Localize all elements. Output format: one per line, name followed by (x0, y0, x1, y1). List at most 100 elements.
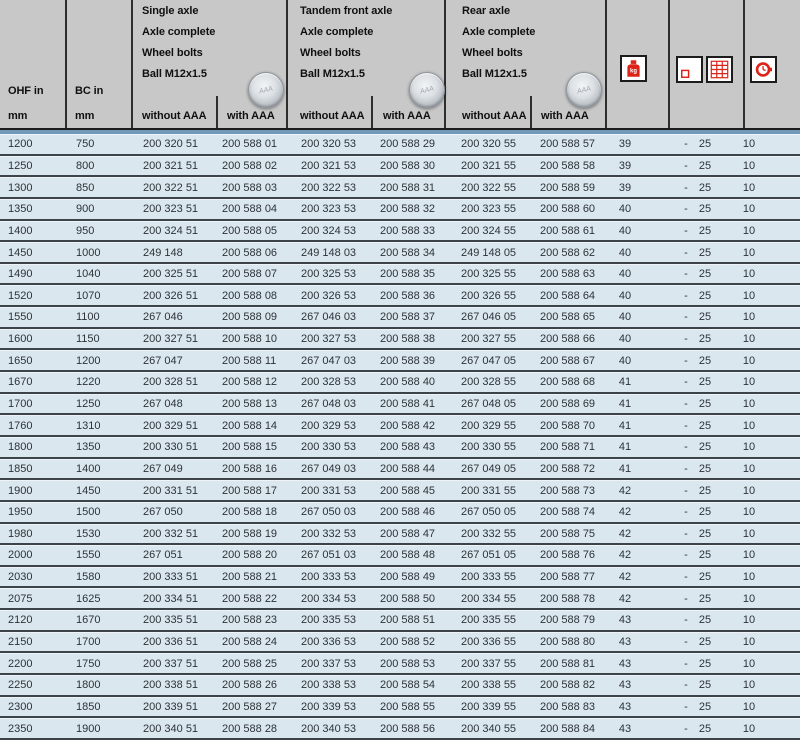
tandem-axle-with-aaa-part: 200 588 50 (380, 593, 435, 605)
rear-axle-without-aaa-part: 267 049 05 (461, 463, 516, 475)
tandem-axle-with-aaa-part: 200 588 47 (380, 528, 435, 540)
single-axle-with-aaa-part: 200 588 06 (222, 247, 277, 259)
rear-axle-with-aaa-part: 200 588 69 (540, 398, 595, 410)
tandem-axle-with-aaa-part: 200 588 35 (380, 268, 435, 280)
weight-value: 39 (605, 160, 645, 172)
single-axle-with-aaa-part: 200 588 21 (222, 571, 277, 583)
delivery-time-value: 10 (736, 549, 762, 561)
rear-axle-with-aaa-part: 200 588 74 (540, 506, 595, 518)
package-qty-value: - (676, 441, 696, 453)
weight-value: 39 (605, 182, 645, 194)
weight-value: 41 (605, 376, 645, 388)
ohf-value: 2120 (8, 614, 32, 626)
ohf-value: 1650 (8, 355, 32, 367)
weight-value: 43 (605, 723, 645, 735)
rear-axle-without-aaa-part: 200 337 55 (461, 658, 516, 670)
pallet-qty-value: 25 (694, 658, 716, 670)
table-row: 2300 1850 200 339 51 200 588 27 200 339 … (0, 697, 800, 719)
tandem-axle-with-aaa-part: 200 588 43 (380, 441, 435, 453)
single-axle-with-aaa-part: 200 588 24 (222, 636, 277, 648)
package-qty-value: - (676, 701, 696, 713)
weight-value: 42 (605, 506, 645, 518)
bc-value: 1800 (76, 679, 100, 691)
single-axle-with-aaa-part: 200 588 16 (222, 463, 277, 475)
rear-axle-without-aaa-part: 200 322 55 (461, 182, 516, 194)
tandem-axle-with-aaa-part: 200 588 31 (380, 182, 435, 194)
group-rear-axle-line3: Wheel bolts (462, 47, 523, 59)
single-axle-without-aaa-part: 267 047 (143, 355, 183, 367)
ohf-value: 1700 (8, 398, 32, 410)
rear-axle-with-aaa-part: 200 588 66 (540, 333, 595, 345)
table-row: 2030 1580 200 333 51 200 588 21 200 333 … (0, 567, 800, 589)
bc-value: 1670 (76, 614, 100, 626)
table-body: 1200 750 200 320 51 200 588 01 200 320 5… (0, 134, 800, 740)
delivery-time-value: 10 (736, 355, 762, 367)
table-row: 1520 1070 200 326 51 200 588 08 200 326 … (0, 285, 800, 307)
single-axle-without-aaa-part: 249 148 (143, 247, 183, 259)
bc-value: 1220 (76, 376, 100, 388)
delivery-time-value: 10 (736, 506, 762, 518)
table-row: 1850 1400 267 049 200 588 16 267 049 03 … (0, 459, 800, 481)
pallet-qty-value: 25 (694, 333, 716, 345)
subcolumn-divider (530, 96, 532, 128)
tandem-axle-without-aaa-part: 267 049 03 (301, 463, 356, 475)
tandem-axle-with-aaa-part: 200 588 56 (380, 723, 435, 735)
table-row: 1650 1200 267 047 200 588 11 267 047 03 … (0, 350, 800, 372)
tandem-axle-with-aaa-part: 200 588 45 (380, 485, 435, 497)
single-axle-without-aaa-part: 200 332 51 (143, 528, 198, 540)
ohf-value: 1550 (8, 311, 32, 323)
rear-axle-with-aaa-part: 200 588 83 (540, 701, 595, 713)
aaa-seal-icon: AAA (566, 72, 602, 108)
single-axle-without-aaa-part: 200 326 51 (143, 290, 198, 302)
delivery-time-value: 10 (736, 420, 762, 432)
weight-value: 42 (605, 528, 645, 540)
single-axle-with-aaa-part: 200 588 25 (222, 658, 277, 670)
tandem-axle-without-aaa-part: 267 047 03 (301, 355, 356, 367)
single-axle-with-aaa-part: 200 588 05 (222, 225, 277, 237)
table-row: 1670 1220 200 328 51 200 588 12 200 328 … (0, 372, 800, 394)
ohf-value: 1760 (8, 420, 32, 432)
column-divider (743, 0, 745, 128)
table-row: 1900 1450 200 331 51 200 588 17 200 331 … (0, 480, 800, 502)
rear-axle-with-aaa-part: 200 588 78 (540, 593, 595, 605)
rear-axle-without-aaa-part: 267 046 05 (461, 311, 516, 323)
col-header-bc: BC in (75, 85, 103, 97)
table-row: 1400 950 200 324 51 200 588 05 200 324 5… (0, 221, 800, 243)
weight-value: 41 (605, 441, 645, 453)
pallet-qty-value: 25 (694, 398, 716, 410)
ohf-value: 1200 (8, 138, 32, 150)
table-row: 1760 1310 200 329 51 200 588 14 200 329 … (0, 415, 800, 437)
delivery-time-value: 10 (736, 701, 762, 713)
col-header-single-without-aaa: without AAA (142, 110, 206, 122)
column-divider (286, 0, 288, 128)
package-qty-value: - (676, 506, 696, 518)
ohf-value: 1670 (8, 376, 32, 388)
delivery-time-value: 10 (736, 182, 762, 194)
rear-axle-with-aaa-part: 200 588 60 (540, 203, 595, 215)
pallet-qty-value: 25 (694, 528, 716, 540)
tandem-axle-with-aaa-part: 200 588 37 (380, 311, 435, 323)
pallet-qty-value: 25 (694, 138, 716, 150)
ohf-value: 2030 (8, 571, 32, 583)
single-axle-without-aaa-part: 267 050 (143, 506, 183, 518)
bc-value: 1625 (76, 593, 100, 605)
tandem-axle-without-aaa-part: 200 338 53 (301, 679, 356, 691)
tandem-axle-without-aaa-part: 249 148 03 (301, 247, 356, 259)
pallet-qty-value: 25 (694, 701, 716, 713)
ohf-value: 1350 (8, 203, 32, 215)
single-axle-without-aaa-part: 200 338 51 (143, 679, 198, 691)
package-qty-value: - (676, 182, 696, 194)
single-axle-with-aaa-part: 200 588 23 (222, 614, 277, 626)
table-row: 2000 1550 267 051 200 588 20 267 051 03 … (0, 545, 800, 567)
pallet-qty-value: 25 (694, 593, 716, 605)
single-axle-with-aaa-part: 200 588 18 (222, 506, 277, 518)
single-axle-without-aaa-part: 200 340 51 (143, 723, 198, 735)
rear-axle-with-aaa-part: 200 588 58 (540, 160, 595, 172)
table-row: 2150 1700 200 336 51 200 588 24 200 336 … (0, 632, 800, 654)
package-qty-value: - (676, 658, 696, 670)
rear-axle-with-aaa-part: 200 588 63 (540, 268, 595, 280)
aaa-seal-icon: AAA (409, 72, 445, 108)
column-divider (444, 0, 446, 128)
weight-value: 41 (605, 420, 645, 432)
table-row: 1250 800 200 321 51 200 588 02 200 321 5… (0, 156, 800, 178)
